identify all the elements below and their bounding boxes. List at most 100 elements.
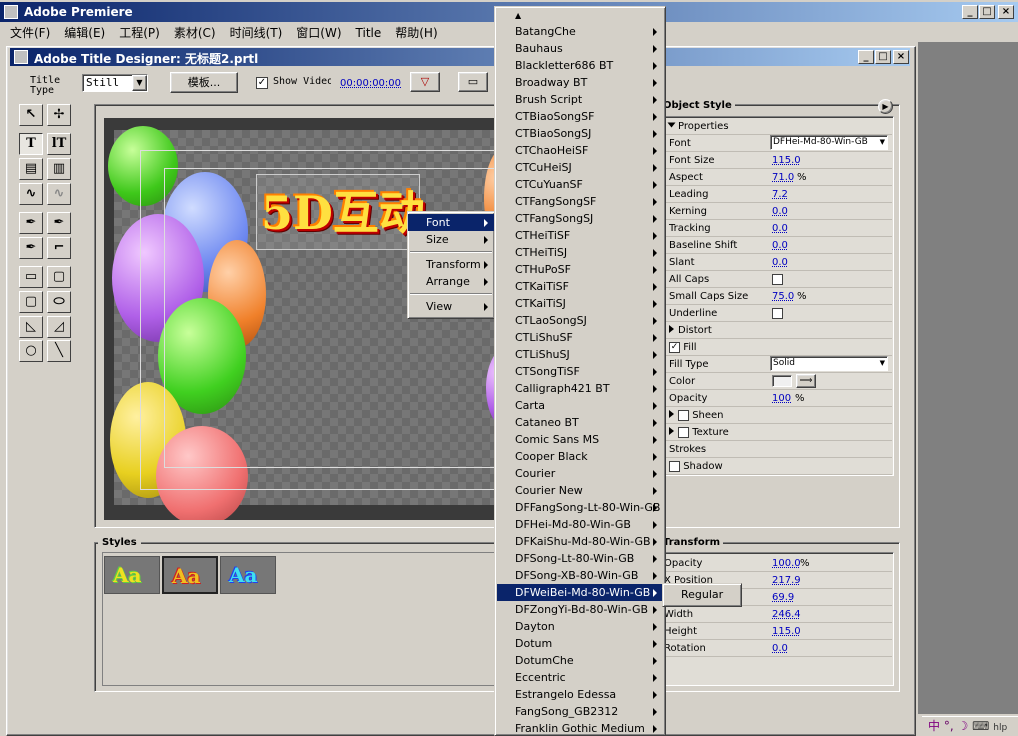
chevron-down-icon[interactable]: ▼ <box>132 75 147 91</box>
title-type-select[interactable]: Still ▼ <box>82 74 148 92</box>
expand-triangle-icon[interactable] <box>669 427 674 435</box>
menu-5[interactable]: 窗口(W) <box>296 26 341 40</box>
help-icon[interactable]: hlp <box>993 723 1007 733</box>
font-menu-item[interactable]: Courier <box>497 465 663 482</box>
text-bounding-box[interactable]: 5D互动 <box>256 174 425 250</box>
convert-anchor-tool[interactable]: ⌐ <box>47 237 71 259</box>
font-menu-item[interactable]: CTFangSongSF <box>497 193 663 210</box>
underline-checkbox[interactable] <box>772 308 783 319</box>
font-menu-item[interactable]: DFHei-Md-80-Win-GB <box>497 516 663 533</box>
minimize-button[interactable]: _ <box>962 5 978 19</box>
context-menu-item-arrange[interactable]: Arrange <box>408 273 494 290</box>
type-tool[interactable]: T <box>19 133 43 155</box>
expand-triangle-icon[interactable] <box>667 122 676 128</box>
close-button[interactable]: × <box>998 5 1014 19</box>
line-tool[interactable]: ╲ <box>47 340 71 362</box>
chevron-down-icon[interactable]: ▼ <box>880 136 885 149</box>
fill-checkbox[interactable]: ✓ <box>669 341 680 353</box>
font-menu-item[interactable]: CTLaoSongSJ <box>497 312 663 329</box>
opacity-value[interactable]: 100 <box>772 390 791 407</box>
font-menu-item[interactable]: DFSong-XB-80-Win-GB <box>497 567 663 584</box>
font-menu-item[interactable]: CTHeiTiSF <box>497 227 663 244</box>
font-menu-item[interactable]: CTCuYuanSF <box>497 176 663 193</box>
property-value[interactable]: 71.0 <box>772 169 794 186</box>
font-menu-item[interactable]: Brush Script <box>497 91 663 108</box>
font-menu-item[interactable]: DotumChe <box>497 652 663 669</box>
distort-row[interactable]: Distort <box>664 322 892 339</box>
font-menu-item[interactable]: CTHeiTiSJ <box>497 244 663 261</box>
font-menu-item[interactable]: Franklin Gothic Medium <box>497 720 663 735</box>
drawing-canvas[interactable]: 5D互动 <box>104 118 502 520</box>
properties-row[interactable]: Properties <box>664 118 892 135</box>
property-value[interactable]: 115.0 <box>772 152 801 169</box>
font-menu-item[interactable]: FangSong_GB2312 <box>497 703 663 720</box>
transform-value[interactable]: 217.9 <box>772 572 801 589</box>
style-swatch[interactable]: Aa <box>220 556 276 594</box>
vertical-path-type-tool[interactable]: ∿ <box>47 183 71 205</box>
property-value[interactable]: 0.0 <box>772 220 788 237</box>
clipped-rectangle-tool[interactable]: ▢ <box>19 291 43 313</box>
path-type-tool[interactable]: ∿ <box>19 183 43 205</box>
font-menu-item[interactable]: DFWeiBei-Md-80-Win-GB <box>497 584 663 601</box>
font-menu-item[interactable]: Dayton <box>497 618 663 635</box>
titler-close-button[interactable]: × <box>893 50 909 64</box>
safe-area-button[interactable]: ▭ <box>458 72 488 92</box>
transform-value[interactable]: 115.0 <box>772 623 801 640</box>
font-menu-item[interactable]: Broadway BT <box>497 74 663 91</box>
keyboard-icon[interactable]: ⌨ <box>972 719 989 733</box>
font-menu-item[interactable]: CTChaoHeiSF <box>497 142 663 159</box>
transform-value[interactable]: 100.0 <box>772 555 801 572</box>
rounded-corner-tool[interactable]: ⬭ <box>47 291 71 313</box>
font-menu-item[interactable]: CTKaiTiSF <box>497 278 663 295</box>
font-menu-item[interactable]: Cooper Black <box>497 448 663 465</box>
font-menu-item[interactable]: CTBiaoSongSJ <box>497 125 663 142</box>
font-menu-item[interactable]: Calligraph421 BT <box>497 380 663 397</box>
property-value[interactable]: 0.0 <box>772 203 788 220</box>
titler-minimize-button[interactable]: _ <box>858 50 874 64</box>
font-menu-item[interactable]: Bauhaus <box>497 40 663 57</box>
rectangle-tool[interactable]: ▭ <box>19 266 43 288</box>
font-menu-item[interactable]: CTSongTiSF <box>497 363 663 380</box>
font-menu-item[interactable]: CTLiShuSF <box>497 329 663 346</box>
style-swatch[interactable]: Aa <box>162 556 218 594</box>
shadow-checkbox[interactable] <box>669 460 680 472</box>
small-caps-size-value[interactable]: 75.0 <box>772 288 794 305</box>
all-caps-checkbox[interactable] <box>772 274 783 285</box>
panel-menu-button[interactable]: ▶ <box>878 99 893 114</box>
selection-tool[interactable]: ↖ <box>19 104 43 126</box>
wedge-tool[interactable]: ◺ <box>19 316 43 338</box>
font-menu-item[interactable]: Eccentric <box>497 669 663 686</box>
transform-value[interactable]: 69.9 <box>772 589 794 606</box>
font-menu-item[interactable]: CTLiShuSJ <box>497 346 663 363</box>
titler-maximize-button[interactable]: □ <box>875 50 891 64</box>
vertical-type-tool[interactable]: lT <box>47 133 71 155</box>
timecode-field[interactable]: 00:00:00:00 <box>340 78 401 89</box>
font-menu-item[interactable]: Dotum <box>497 635 663 652</box>
maximize-button[interactable]: □ <box>979 5 995 19</box>
font-menu-item[interactable]: Courier New <box>497 482 663 499</box>
font-menu-item[interactable]: Comic Sans MS <box>497 431 663 448</box>
font-menu-item[interactable]: Estrangelo Edessa <box>497 686 663 703</box>
context-menu-item-view[interactable]: View <box>408 298 494 315</box>
menu-3[interactable]: 素材(C) <box>174 26 216 40</box>
show-video-checkbox[interactable]: ✓ <box>256 77 268 89</box>
font-select[interactable]: DFHei-Md-80-Win-GB ▼ <box>770 135 888 150</box>
arc-tool[interactable]: ◿ <box>47 316 71 338</box>
font-style-item[interactable]: Regular <box>663 586 741 603</box>
template-button[interactable]: 模板... <box>170 72 238 93</box>
marker-button[interactable]: ▽ <box>410 72 440 92</box>
font-menu-item[interactable]: DFFangSong-Lt-80-Win-GB <box>497 499 663 516</box>
moon-icon[interactable]: ☽ <box>958 719 969 733</box>
style-swatch[interactable]: Aa <box>104 556 160 594</box>
font-menu-item[interactable]: CTBiaoSongSF <box>497 108 663 125</box>
font-menu-item[interactable]: CTHuPoSF <box>497 261 663 278</box>
context-menu-item-transform[interactable]: Transform <box>408 256 494 273</box>
property-value[interactable]: 7.2 <box>772 186 788 203</box>
rotation-tool[interactable]: ✢ <box>47 104 71 126</box>
font-menu-item[interactable]: CTCuHeiSJ <box>497 159 663 176</box>
strokes-row[interactable]: Strokes <box>664 441 892 458</box>
font-menu-item[interactable]: BatangChe <box>497 23 663 40</box>
menu-0[interactable]: 文件(F) <box>10 26 50 40</box>
context-menu-item-font[interactable]: Font <box>408 214 494 231</box>
menu-1[interactable]: 编辑(E) <box>64 26 105 40</box>
